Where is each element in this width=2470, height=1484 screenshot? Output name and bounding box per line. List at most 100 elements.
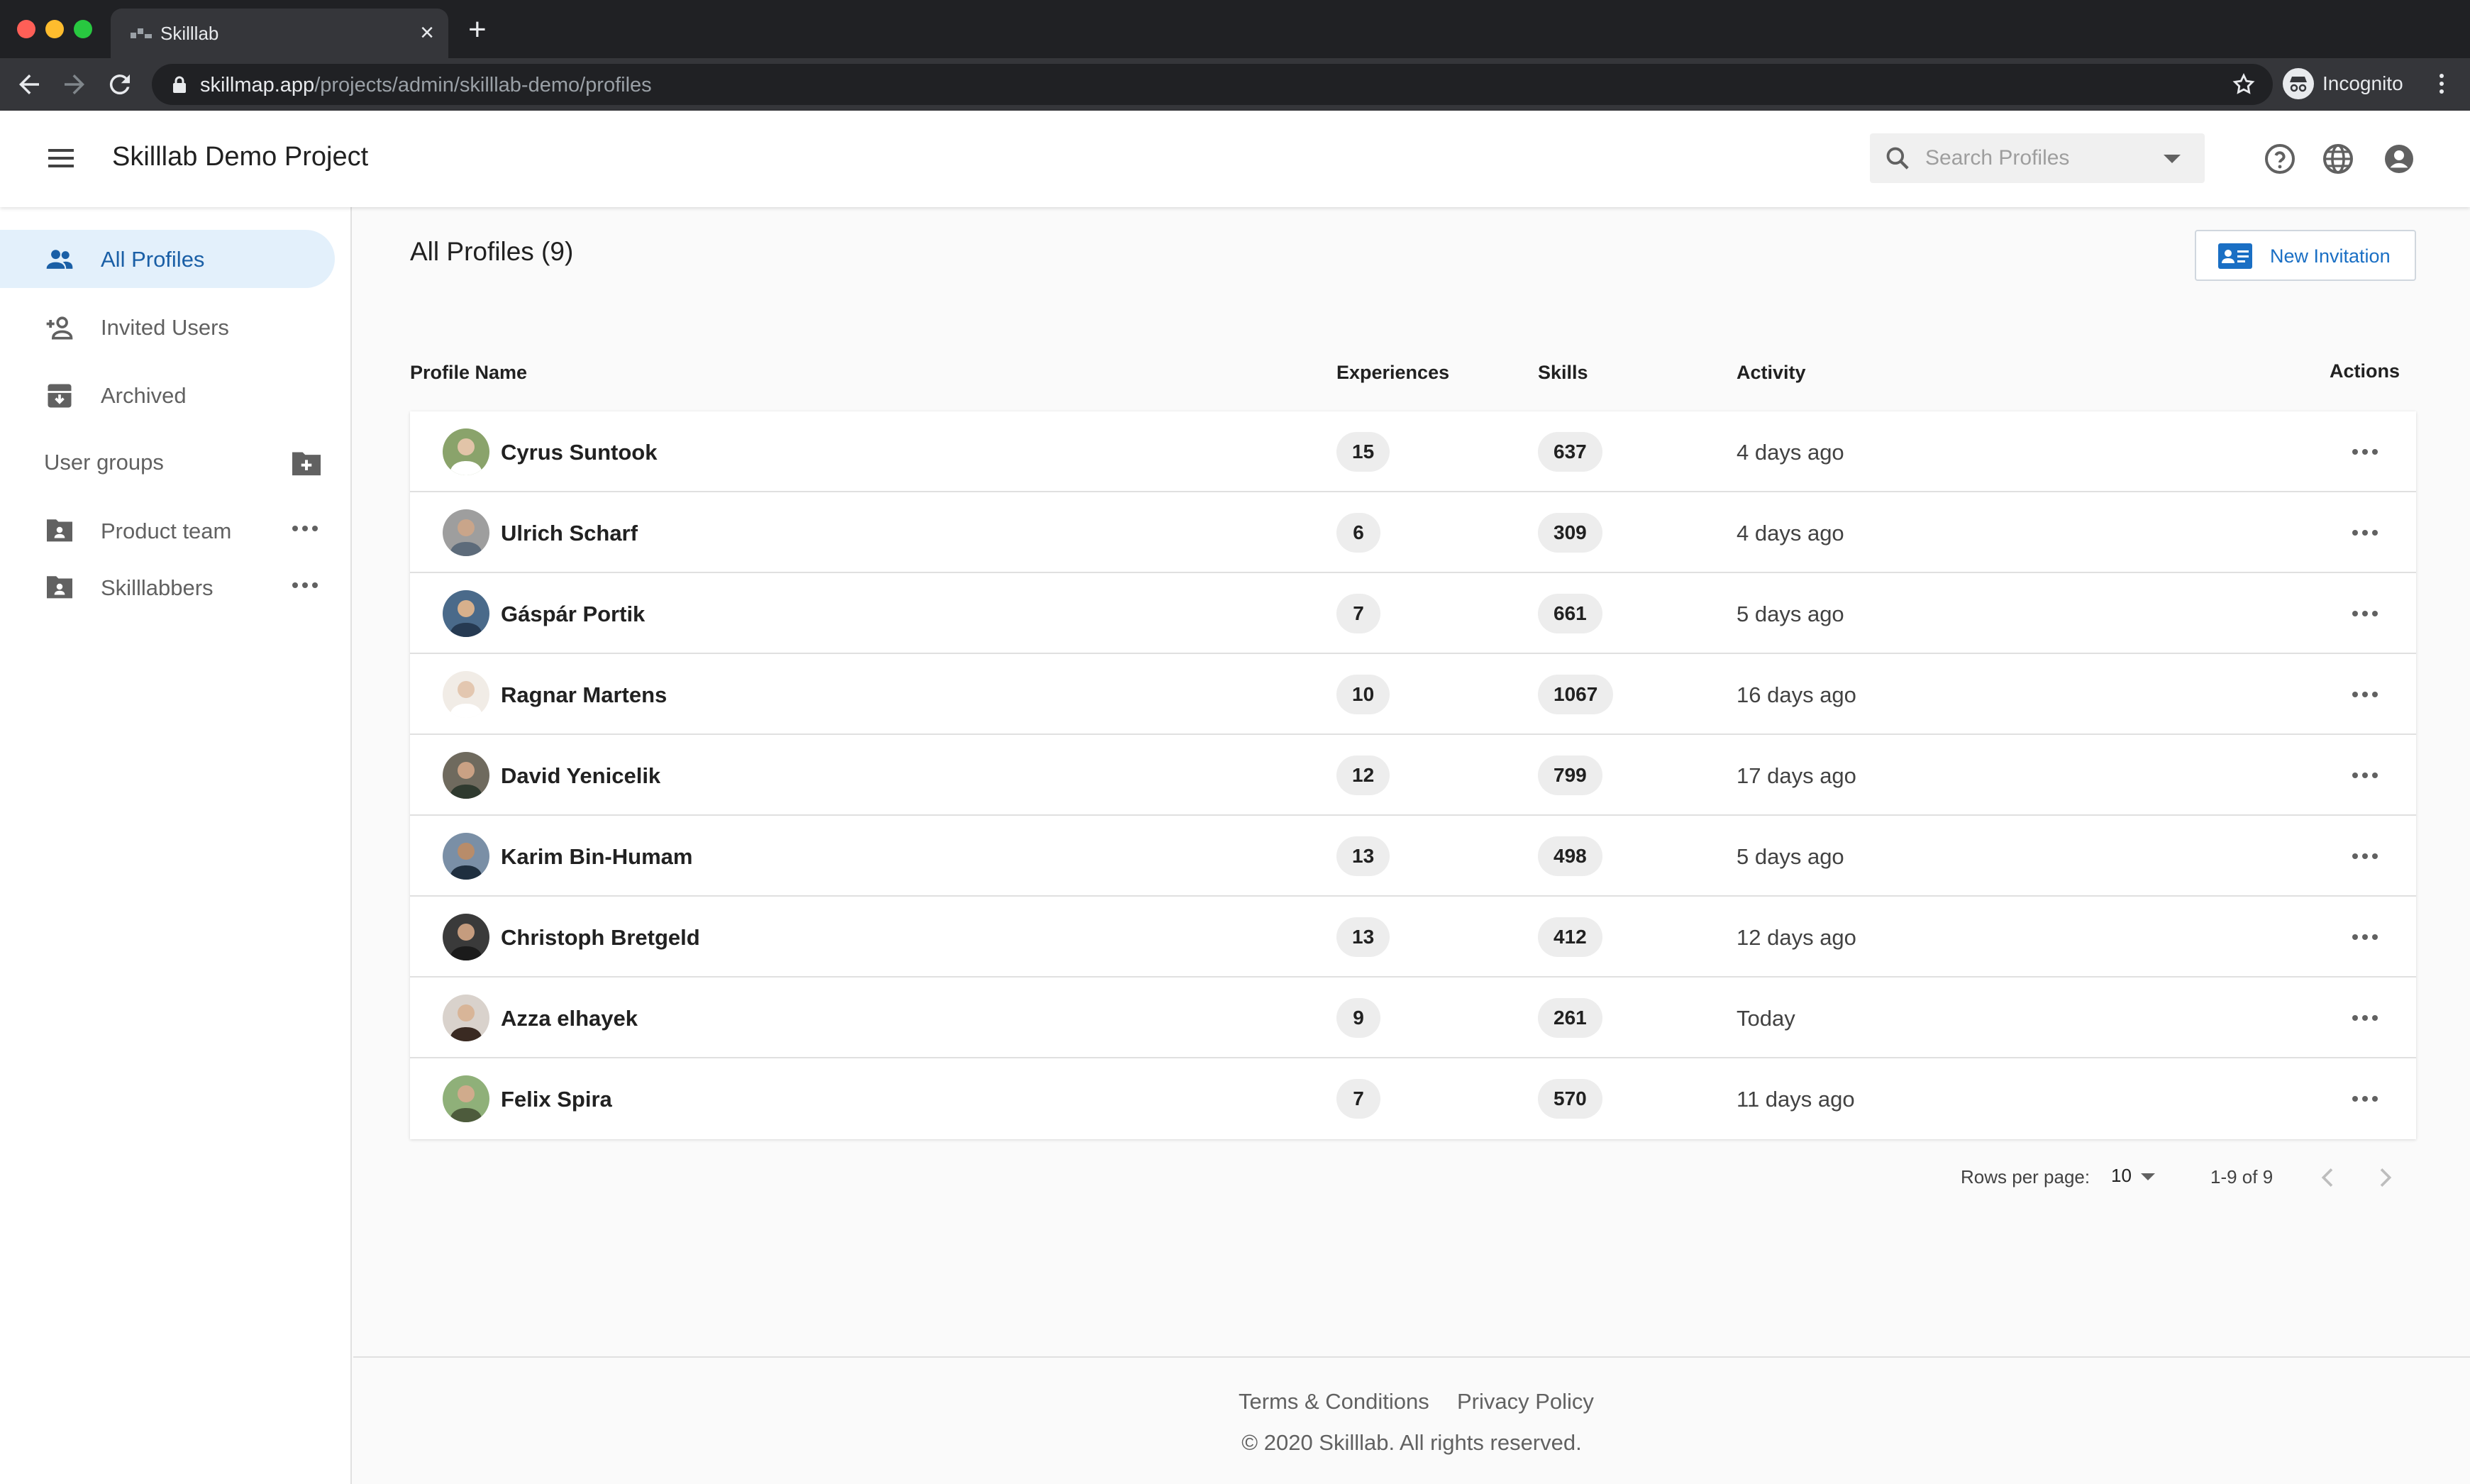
skills-count: 1067: [1538, 675, 1614, 714]
tab-close-icon[interactable]: ×: [420, 18, 434, 47]
activity-text: 5 days ago: [1737, 844, 1844, 869]
activity-text: 4 days ago: [1737, 440, 1844, 465]
url-host: skillmap.app: [200, 74, 315, 96]
more-horizontal-icon[interactable]: [2351, 528, 2379, 538]
experiences-count: 7: [1336, 1079, 1380, 1119]
avatar-photo-icon: [443, 1075, 489, 1122]
new-invitation-button[interactable]: New Invitation: [2195, 230, 2416, 281]
profile-name[interactable]: Ulrich Scharf: [501, 521, 638, 546]
table-row[interactable]: Karim Bin-Humam 13 498 5 days ago: [410, 816, 2416, 897]
browser-menu-icon[interactable]: [2433, 71, 2450, 96]
group-folder-icon: [47, 519, 72, 542]
profile-name[interactable]: Karim Bin-Humam: [501, 844, 692, 870]
profile-name[interactable]: Felix Spira: [501, 1087, 612, 1112]
terms-link[interactable]: Terms & Conditions: [1239, 1389, 1429, 1414]
address-bar[interactable]: skillmap.app/projects/admin/skilllab-dem…: [152, 64, 2273, 105]
url-path: /projects/admin/skilllab-demo/profiles: [314, 74, 652, 96]
search-profiles-box[interactable]: [1870, 133, 2205, 183]
table-row[interactable]: Cyrus Suntook 15 637 4 days ago: [410, 411, 2416, 492]
rows-per-page-label: Rows per page:: [1961, 1166, 2090, 1187]
hamburger-menu-icon[interactable]: [47, 146, 75, 170]
table-row[interactable]: Felix Spira 7 570 11 days ago: [410, 1058, 2416, 1139]
group-item-product-team[interactable]: Product team: [0, 506, 333, 555]
profile-name[interactable]: Ragnar Martens: [501, 682, 667, 708]
privacy-link[interactable]: Privacy Policy: [1457, 1389, 1594, 1414]
more-horizontal-icon[interactable]: [291, 524, 319, 533]
browser-tab[interactable]: Skilllab ×: [111, 9, 448, 58]
avatar-photo-icon: [443, 914, 489, 960]
incognito-label[interactable]: Incognito: [2322, 72, 2403, 95]
copyright-text: © 2020 Skilllab. All rights reserved.: [1241, 1430, 1582, 1455]
forward-arrow-icon[interactable]: [60, 70, 89, 99]
table-row[interactable]: David Yenicelik 12 799 17 days ago: [410, 735, 2416, 816]
new-invitation-label: New Invitation: [2270, 245, 2391, 267]
project-title: Skilllab Demo Project: [112, 142, 369, 172]
app-header: Skilllab Demo Project: [0, 111, 2470, 207]
more-horizontal-icon[interactable]: [2351, 932, 2379, 942]
more-horizontal-icon[interactable]: [2351, 770, 2379, 780]
bookmark-star-icon[interactable]: [2232, 72, 2256, 96]
column-header-profile-name[interactable]: Profile Name: [410, 362, 527, 384]
group-item-skilllabbers[interactable]: Skilllabbers: [0, 563, 333, 612]
column-header-skills[interactable]: Skills: [1538, 362, 1588, 384]
back-arrow-icon[interactable]: [14, 70, 44, 99]
rows-per-page-dropdown-icon[interactable]: [2141, 1173, 2155, 1180]
more-horizontal-icon[interactable]: [2351, 690, 2379, 699]
profile-name[interactable]: Gáspár Portik: [501, 602, 645, 627]
next-page-icon[interactable]: [2371, 1163, 2399, 1192]
avatar: [443, 833, 489, 880]
window-maximize-button[interactable]: [74, 20, 92, 38]
skills-count: 309: [1538, 513, 1602, 553]
table-row[interactable]: Ulrich Scharf 6 309 4 days ago: [410, 492, 2416, 573]
window-close-button[interactable]: [17, 20, 35, 38]
activity-text: 16 days ago: [1737, 682, 1856, 707]
group-label: Product team: [101, 519, 232, 543]
avatar: [443, 671, 489, 718]
search-dropdown-icon[interactable]: [2164, 155, 2181, 163]
table-row[interactable]: Azza elhayek 9 261 Today: [410, 978, 2416, 1058]
avatar-photo-icon: [443, 671, 489, 718]
window-minimize-button[interactable]: [45, 20, 64, 38]
column-header-experiences[interactable]: Experiences: [1336, 362, 1449, 384]
new-tab-icon[interactable]: +: [468, 13, 487, 47]
rows-per-page-select[interactable]: 10: [2111, 1165, 2132, 1187]
profile-name[interactable]: Cyrus Suntook: [501, 440, 657, 465]
group-label: Skilllabbers: [101, 575, 214, 600]
pagination-range: 1-9 of 9: [2210, 1166, 2274, 1187]
sidebar-item-all-profiles[interactable]: All Profiles: [0, 230, 335, 288]
avatar: [443, 752, 489, 799]
tab-title: Skilllab: [160, 23, 219, 44]
search-profiles-input[interactable]: [1925, 133, 2138, 183]
sidebar-item-invited-users[interactable]: Invited Users: [0, 298, 335, 356]
reload-icon[interactable]: [105, 70, 135, 99]
page-title: All Profiles (9): [410, 237, 574, 266]
account-icon[interactable]: [2382, 142, 2416, 176]
more-horizontal-icon[interactable]: [2351, 609, 2379, 619]
more-horizontal-icon[interactable]: [2351, 1094, 2379, 1104]
column-header-activity[interactable]: Activity: [1737, 362, 1806, 384]
avatar-photo-icon: [443, 590, 489, 637]
profile-name[interactable]: Azza elhayek: [501, 1006, 638, 1031]
skills-count: 261: [1538, 998, 1602, 1038]
footer: Terms & Conditions Privacy Policy © 2020…: [353, 1356, 2470, 1484]
sidebar: All Profiles Invited Users Archived User…: [0, 207, 352, 1484]
sidebar-item-label: Invited Users: [101, 315, 229, 340]
experiences-count: 10: [1336, 675, 1390, 714]
previous-page-icon[interactable]: [2314, 1163, 2342, 1192]
sidebar-item-archived[interactable]: Archived: [0, 366, 335, 424]
table-row[interactable]: Christoph Bretgeld 13 412 12 days ago: [410, 897, 2416, 978]
skills-count: 570: [1538, 1079, 1602, 1119]
more-horizontal-icon[interactable]: [2351, 1013, 2379, 1023]
more-horizontal-icon[interactable]: [291, 581, 319, 589]
more-horizontal-icon[interactable]: [2351, 447, 2379, 457]
table-row[interactable]: Ragnar Martens 10 1067 16 days ago: [410, 654, 2416, 735]
profile-name[interactable]: Christoph Bretgeld: [501, 925, 700, 951]
help-icon[interactable]: [2263, 142, 2297, 176]
table-row[interactable]: Gáspár Portik 7 661 5 days ago: [410, 573, 2416, 654]
person-add-icon: [46, 316, 73, 340]
globe-icon[interactable]: [2321, 142, 2355, 176]
more-horizontal-icon[interactable]: [2351, 851, 2379, 861]
add-group-icon[interactable]: [291, 448, 322, 477]
incognito-icon[interactable]: [2283, 68, 2314, 99]
profile-name[interactable]: David Yenicelik: [501, 763, 660, 789]
